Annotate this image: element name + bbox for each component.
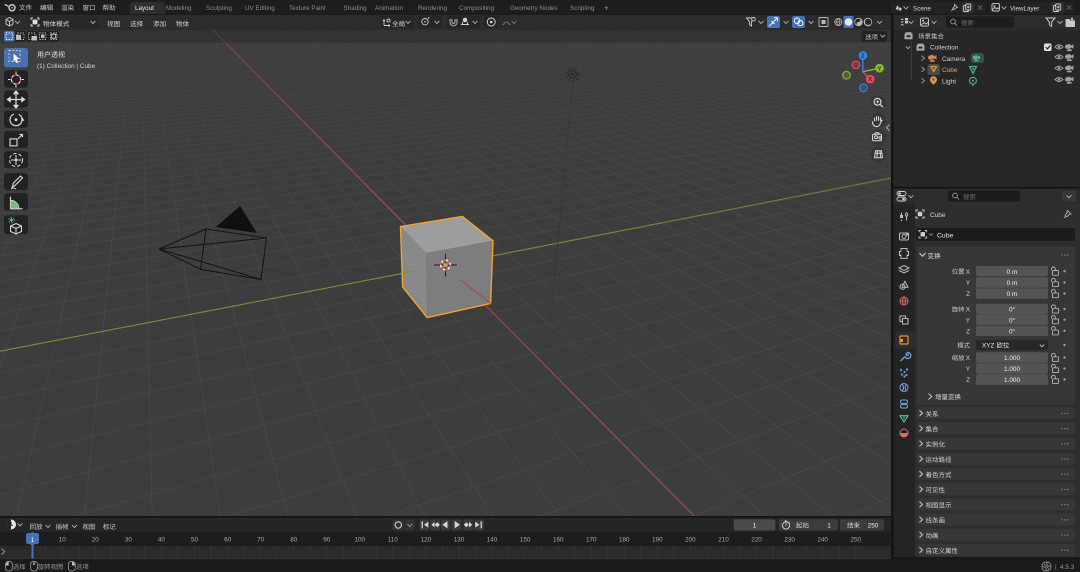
svg-text:220: 220 [751,537,762,544]
svg-text:120: 120 [421,537,432,544]
svg-text:180: 180 [619,537,630,544]
svg-text:80: 80 [290,537,298,544]
svg-text:+: + [604,4,609,13]
svg-text:Cube: Cube [937,233,953,240]
svg-text:Geometry Nodes: Geometry Nodes [510,5,558,12]
svg-text:Sculpting: Sculpting [206,5,232,12]
svg-text:UV Editing: UV Editing [245,5,275,12]
svg-text:4.5.3: 4.5.3 [1060,564,1075,571]
svg-text:100: 100 [355,537,366,544]
svg-text:60: 60 [224,537,232,544]
svg-text:(1) Collection | Cube: (1) Collection | Cube [37,63,96,70]
svg-text:Modeling: Modeling [166,5,192,12]
svg-text:40: 40 [158,537,166,544]
svg-text:Animation: Animation [375,5,403,12]
svg-text:Y: Y [878,66,882,72]
svg-text:X: X [868,77,872,83]
svg-text:20: 20 [92,537,100,544]
svg-text:110: 110 [388,537,399,544]
svg-text:Y: Y [966,317,971,324]
svg-text:170: 170 [586,537,597,544]
svg-text:1.000: 1.000 [1004,377,1020,384]
svg-text:X: X [966,355,971,362]
svg-text:1.000: 1.000 [1004,355,1020,362]
svg-text:190: 190 [652,537,663,544]
svg-text:Rendering: Rendering [418,5,448,12]
svg-text:250: 250 [868,522,879,529]
svg-text:0°: 0° [1009,327,1016,335]
svg-text:230: 230 [784,537,795,544]
svg-text:0 m: 0 m [1007,291,1018,298]
svg-text:200: 200 [685,537,696,544]
svg-text:30: 30 [125,537,133,544]
svg-text:Compositing: Compositing [459,5,494,12]
svg-text:Z: Z [861,54,865,60]
svg-text:Z: Z [966,328,970,335]
svg-text:10: 10 [59,537,67,544]
svg-text:Texture Paint: Texture Paint [289,5,326,12]
svg-text:140: 140 [487,537,498,544]
svg-text:Shading: Shading [344,5,368,12]
svg-text:XYZ: XYZ [982,343,995,350]
svg-text:0 m: 0 m [1007,269,1018,276]
svg-text:Scene: Scene [913,5,931,12]
svg-text:210: 210 [718,537,729,544]
svg-text:Y: Y [966,280,971,287]
svg-text:Scripting: Scripting [570,5,595,12]
svg-text:1: 1 [31,537,35,544]
svg-text:240: 240 [817,537,828,544]
svg-text:160: 160 [553,537,564,544]
svg-text:Y: Y [966,366,971,373]
svg-text:Collection: Collection [930,45,959,52]
svg-text:130: 130 [454,537,465,544]
svg-text:X: X [966,307,971,314]
svg-text:Layout: Layout [135,5,154,12]
svg-text:1: 1 [827,522,831,529]
svg-text:50: 50 [191,537,199,544]
svg-text:0 m: 0 m [1007,280,1018,287]
svg-text:1.000: 1.000 [1004,366,1020,373]
svg-text:Cube: Cube [930,212,946,219]
svg-text:Z: Z [966,377,970,384]
svg-text:ViewLayer: ViewLayer [1010,5,1039,12]
svg-text:Z: Z [966,291,970,298]
svg-text:1: 1 [753,522,757,529]
svg-text:Light: Light [942,79,956,86]
svg-text:70: 70 [257,537,265,544]
svg-text:0°: 0° [1009,316,1016,324]
svg-text:X: X [966,269,971,276]
svg-text:Cube: Cube [942,67,958,74]
svg-text:90: 90 [323,537,331,544]
svg-text:150: 150 [520,537,531,544]
svg-text:250: 250 [850,537,861,544]
svg-text:Camera: Camera [942,56,966,63]
svg-text:0°: 0° [1009,306,1016,314]
